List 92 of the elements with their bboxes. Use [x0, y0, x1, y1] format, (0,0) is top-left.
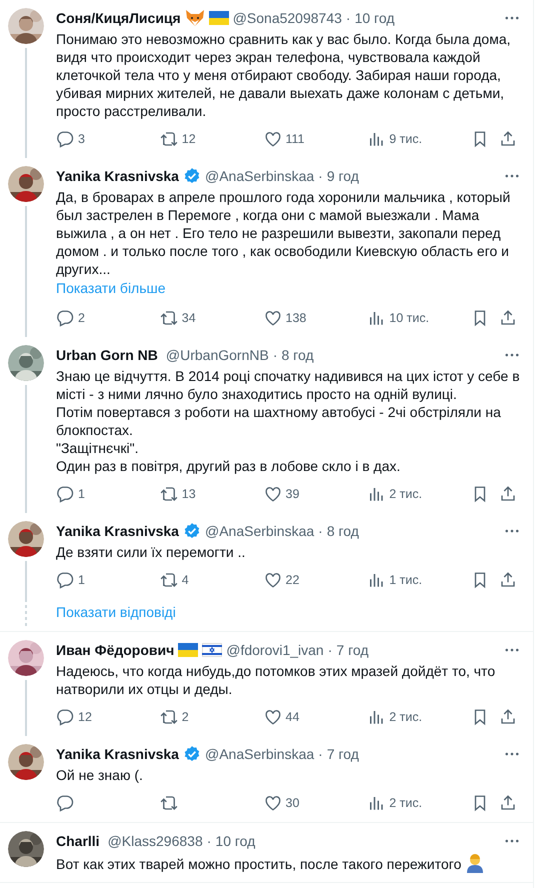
timestamp[interactable]: 7 год: [326, 744, 359, 764]
separator-dot: ·: [328, 641, 332, 660]
tweet-text: Ой не знаю (.: [56, 766, 144, 784]
repost-icon[interactable]: [160, 794, 178, 812]
reply-icon[interactable]: [56, 571, 74, 589]
view-count: 9 тис.: [389, 130, 422, 148]
repost-icon[interactable]: [160, 130, 178, 148]
reply-icon[interactable]: [56, 794, 74, 812]
user-handle[interactable]: @Klass296838: [108, 831, 203, 851]
like-count: 44: [286, 708, 300, 726]
views-icon[interactable]: [367, 794, 386, 812]
user-handle[interactable]: @Sona52098743: [232, 8, 342, 28]
flag-icon: [202, 643, 222, 657]
separator-dot: ·: [318, 167, 323, 186]
reply-count: 1: [78, 486, 85, 503]
tweet-text: Де взяти сили їх перемогти ..: [56, 543, 246, 561]
flag-icon: [178, 643, 198, 657]
repost-count: 4: [182, 572, 189, 589]
timestamp[interactable]: 7 год: [336, 640, 369, 660]
views-icon[interactable]: [367, 130, 386, 148]
tweet-text: Знаю це відчуття. В 2014 році спочатку надивився на цих істот у себе в місті - з ними лячно було знаходитись просто на одній вулиці. Потім повертався з роботи на шахтному автобусі - 2чі обстріляли на блокпостах. "Защітнєчкі". Один раз в повітря, другий раз в лобове скло і в дах.: [56, 367, 521, 475]
timestamp[interactable]: 9 год: [326, 166, 359, 186]
reply-count: 2: [78, 310, 85, 327]
author-name[interactable]: Yanika Krasnivska: [56, 521, 179, 541]
share-icon[interactable]: [499, 485, 517, 503]
author-name[interactable]: Yanika Krasnivska: [56, 166, 179, 186]
user-handle[interactable]: @AnaSerbinskaa: [204, 166, 314, 186]
person-icon: [465, 853, 486, 873]
timestamp[interactable]: 8 год: [326, 521, 359, 541]
user-handle[interactable]: @AnaSerbinskaa: [204, 521, 314, 541]
share-icon[interactable]: [499, 130, 517, 148]
heart-icon[interactable]: [264, 794, 282, 812]
user-handle[interactable]: @fdorovi1_ivan: [226, 640, 324, 660]
separator-dot: ·: [346, 9, 351, 28]
author-name[interactable]: Charlli: [56, 831, 100, 851]
like-count: 39: [286, 486, 300, 503]
share-icon[interactable]: [499, 309, 517, 327]
tweet-text: Да, в броварах в апреле прошлого года хоронили мальчика , который был застрелен в Перемоге , когда они с мамой выезжали . Мама выжила , а он нет . Его тело не разрешили вывезти, закопали перед домом . и только после того , как освободили Киевскую область его и других...: [56, 188, 512, 278]
share-icon[interactable]: [499, 571, 517, 589]
heart-icon[interactable]: [264, 485, 282, 503]
reply-icon[interactable]: [56, 130, 74, 148]
views-icon[interactable]: [367, 571, 386, 589]
timestamp[interactable]: 10 год: [354, 8, 394, 28]
author-name[interactable]: Соня/КицяЛисиця: [56, 8, 181, 28]
timestamp[interactable]: 8 год: [281, 345, 314, 365]
view-count: 1 тис.: [389, 572, 422, 589]
author-name[interactable]: Urban Gorn NB: [56, 345, 158, 365]
reply-count: 1: [78, 572, 85, 589]
reply-count: 12: [78, 708, 92, 726]
repost-icon[interactable]: [160, 571, 178, 589]
view-count: 10 тис.: [389, 310, 430, 327]
like-count: 111: [286, 130, 305, 148]
flag-icon: [208, 11, 229, 25]
tweet-text: Вот как этих тварей можно простить, после такого пережитого: [56, 853, 521, 873]
timestamp[interactable]: 10 год: [215, 831, 256, 851]
author-name[interactable]: Yanika Krasnivska: [56, 744, 179, 764]
views-icon[interactable]: [367, 485, 386, 503]
heart-icon[interactable]: [264, 309, 282, 327]
share-icon[interactable]: [499, 708, 517, 726]
tweet-text: Понимаю это невозможно сравнить как у вас было. Когда была дома, видя что происходит через экран телефона, чувствовала каждой клеточкой тела что у меня отбирают свободу. Забирая наши города, убивая мирних жителей, не давали выехать даже колонам с детьми, просто расстреливали.: [56, 30, 512, 120]
view-count: 2 тис.: [389, 794, 422, 812]
repost-icon[interactable]: [160, 485, 178, 503]
heart-icon[interactable]: [264, 571, 282, 589]
repost-count: 2: [182, 708, 189, 726]
separator-dot: ·: [272, 346, 278, 365]
repost-count: 12: [182, 130, 196, 148]
heart-icon[interactable]: [264, 130, 282, 148]
repost-icon[interactable]: [160, 309, 178, 327]
repost-count: 34: [182, 310, 196, 327]
repost-count: 13: [182, 486, 196, 503]
view-count: 2 тис.: [389, 708, 422, 726]
heart-icon[interactable]: [264, 708, 282, 726]
tweet-text: Надеюсь, что когда нибудь,до потомков этих мразей дойдёт то, что натворили их отцы и деды.: [56, 662, 496, 698]
views-icon[interactable]: [367, 708, 386, 726]
reply-icon[interactable]: [56, 708, 74, 726]
reply-icon[interactable]: [56, 485, 74, 503]
reply-icon[interactable]: [56, 309, 74, 327]
repost-icon[interactable]: [160, 708, 178, 726]
separator-dot: ·: [206, 832, 212, 851]
like-count: 30: [286, 794, 300, 812]
reply-count: 3: [78, 130, 85, 148]
separator-dot: ·: [318, 522, 323, 541]
user-handle[interactable]: @UrbanGornNB: [166, 345, 269, 365]
view-count: 2 тис.: [389, 486, 422, 503]
fox-icon: [184, 9, 205, 27]
user-handle[interactable]: @AnaSerbinskaa: [204, 744, 314, 764]
separator-dot: ·: [318, 745, 323, 764]
like-count: 138: [286, 310, 306, 327]
views-icon[interactable]: [367, 309, 386, 327]
share-icon[interactable]: [499, 794, 517, 812]
like-count: 22: [286, 572, 300, 589]
author-name[interactable]: Иван Фёдорович: [56, 640, 174, 660]
